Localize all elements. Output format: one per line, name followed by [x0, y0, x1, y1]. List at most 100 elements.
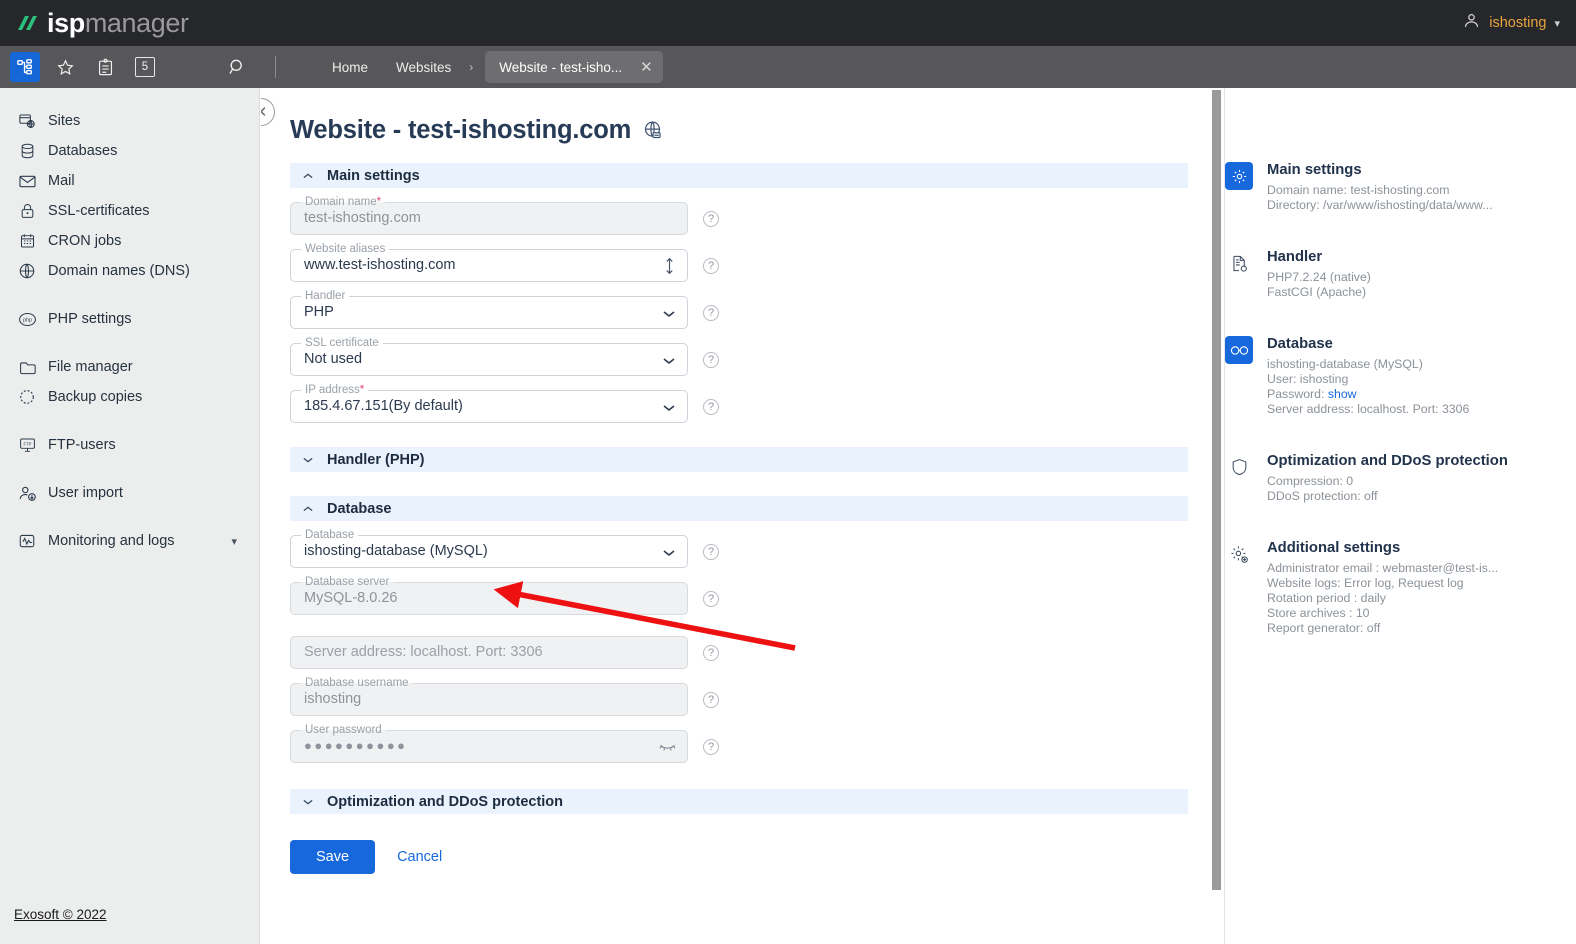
- field-label: User password: [301, 724, 386, 736]
- sidebar-list: Sites Databases Mail SSL-certificates CR…: [0, 88, 259, 556]
- tab-label: Website - test-isho...: [499, 59, 623, 75]
- toolbar-divider: [275, 56, 276, 78]
- nav-link-home[interactable]: Home: [318, 60, 382, 75]
- sidebar-item-mail[interactable]: Mail: [0, 166, 259, 196]
- content-scrollbar-thumb[interactable]: [1212, 90, 1221, 890]
- chevron-down-icon[interactable]: [663, 354, 675, 368]
- section-header-database[interactable]: Database: [290, 496, 1188, 521]
- sidebar-item-label: Databases: [48, 143, 118, 159]
- sidebar-item-monitoring-and-logs[interactable]: Monitoring and logs ▾: [0, 526, 259, 556]
- show-password-link[interactable]: show: [1328, 387, 1357, 401]
- database-select[interactable]: Database ishosting-database (MySQL): [290, 529, 688, 568]
- section-header-main-settings[interactable]: Main settings: [290, 163, 1188, 188]
- ssl-certificate-select[interactable]: SSL certificate Not used: [290, 337, 688, 376]
- summary-panel: Main settings Domain name: test-ishostin…: [1224, 88, 1576, 944]
- additional-settings-summary[interactable]: Additional settings Administrator email …: [1225, 540, 1576, 636]
- field-value: ●●●●●●●●●●: [304, 738, 408, 753]
- optimization-summary[interactable]: Optimization and DDoS protection Compres…: [1225, 453, 1576, 504]
- sidebar-item-databases[interactable]: Databases: [0, 136, 259, 166]
- field-row-website-aliases: Website aliases www.test-ishosting.com ?: [290, 243, 1188, 282]
- section-header-handler-php[interactable]: Handler (PHP): [290, 447, 1188, 472]
- menu-tree-icon[interactable]: [10, 52, 40, 82]
- search-icon[interactable]: [222, 52, 252, 82]
- sidebar-item-domain-names-dns[interactable]: Domain names (DNS): [0, 256, 259, 286]
- help-icon[interactable]: ?: [703, 691, 719, 708]
- website-aliases-input[interactable]: Website aliases www.test-ishosting.com: [290, 243, 688, 282]
- resize-handle-icon[interactable]: [664, 256, 675, 281]
- server-address-input[interactable]: Server address: localhost. Port: 3306: [290, 636, 688, 669]
- help-icon[interactable]: ?: [703, 644, 719, 661]
- gear-plus-icon: [1225, 540, 1253, 568]
- section-header-optimization-ddos[interactable]: Optimization and DDoS protection: [290, 789, 1188, 814]
- eye-toggle-icon[interactable]: [659, 739, 676, 758]
- cancel-button[interactable]: Cancel: [397, 849, 442, 865]
- field-row-database-server: Database server MySQL-8.0.26 ?: [290, 576, 1188, 615]
- help-icon[interactable]: ?: [703, 398, 719, 415]
- summary-line: Compression: 0: [1267, 474, 1354, 488]
- help-icon[interactable]: ?: [703, 738, 719, 755]
- sidebar-item-ssl-certificates[interactable]: SSL-certificates: [0, 196, 259, 226]
- summary-lines: Administrator email : webmaster@test-is.…: [1267, 561, 1498, 636]
- page-title: Website - test-ishosting.com: [290, 116, 1219, 145]
- summary-lines: PHP7.2.24 (native) FastCGI (Apache): [1267, 270, 1371, 300]
- field-placeholder: Server address: localhost. Port: 3306: [304, 644, 543, 660]
- summary-title: Additional settings: [1267, 540, 1401, 556]
- ip-address-select[interactable]: IP address* 185.4.67.151(By default): [290, 384, 688, 423]
- globe-icon[interactable]: [642, 120, 663, 141]
- section-title: Main settings: [327, 167, 420, 184]
- chevron-down-icon[interactable]: [663, 546, 675, 560]
- help-icon[interactable]: ?: [703, 590, 719, 607]
- summary-text: Handler PHP7.2.24 (native) FastCGI (Apac…: [1267, 249, 1371, 300]
- close-panel-icon[interactable]: ✕: [261, 98, 275, 126]
- main-settings-summary[interactable]: Main settings Domain name: test-ishostin…: [1225, 162, 1576, 213]
- breadcrumb: Home Websites › Website - test-isho... ✕: [318, 51, 663, 83]
- chevron-down-icon[interactable]: ▾: [231, 535, 237, 548]
- nav-link-websites[interactable]: Websites: [382, 60, 465, 75]
- tab-website-test-ishosting[interactable]: Website - test-isho... ✕: [485, 51, 663, 83]
- save-button[interactable]: Save: [290, 840, 376, 874]
- user-name-label: ishosting: [1489, 15, 1547, 31]
- help-icon[interactable]: ?: [703, 304, 719, 321]
- clipboard-tasks-icon[interactable]: [90, 52, 120, 82]
- dns-globe-icon: [14, 260, 40, 282]
- database-summary[interactable]: Database ishosting-database (MySQL) User…: [1225, 336, 1576, 417]
- sidebar-item-backup-copies[interactable]: Backup copies: [0, 382, 259, 412]
- help-icon[interactable]: ?: [703, 210, 719, 227]
- summary-line: Report generator: off: [1267, 621, 1381, 635]
- close-icon[interactable]: ✕: [640, 60, 653, 75]
- handler-summary[interactable]: Handler PHP7.2.24 (native) FastCGI (Apac…: [1225, 249, 1576, 300]
- sidebar-item-label: PHP settings: [48, 311, 132, 327]
- sidebar-item-php-settings[interactable]: php PHP settings: [0, 304, 259, 334]
- handler-select[interactable]: Handler PHP: [290, 290, 688, 329]
- chevron-down-icon[interactable]: [663, 401, 675, 415]
- sidebar-item-file-manager[interactable]: File manager: [0, 352, 259, 382]
- user-menu[interactable]: ishosting ▾: [1462, 0, 1560, 46]
- help-icon[interactable]: ?: [703, 543, 719, 560]
- badge-count-label: 5: [135, 57, 155, 77]
- field-row-user-password: User password ●●●●●●●●●● ?: [290, 724, 1188, 763]
- user-password-input[interactable]: User password ●●●●●●●●●●: [290, 724, 688, 763]
- help-icon[interactable]: ?: [703, 351, 719, 368]
- domain-name-input[interactable]: Domain name* test-ishosting.com: [290, 196, 688, 235]
- sidebar-item-cron-jobs[interactable]: CRON jobs: [0, 226, 259, 256]
- field-label: Handler: [301, 290, 350, 302]
- favorites-star-icon[interactable]: [50, 52, 80, 82]
- help-icon[interactable]: ?: [703, 257, 719, 274]
- sidebar-item-user-import[interactable]: User import: [0, 478, 259, 508]
- chevron-down-icon: ▾: [1554, 17, 1560, 30]
- chevron-down-icon[interactable]: [663, 307, 675, 321]
- database-username-input[interactable]: Database username ishosting: [290, 677, 688, 716]
- database-server-input[interactable]: Database server MySQL-8.0.26: [290, 576, 688, 615]
- field-value: Not used: [304, 351, 363, 367]
- ispmanager-logo[interactable]: isp manager: [14, 8, 189, 39]
- sidebar-item-label: User import: [48, 485, 123, 501]
- sidebar-item-sites[interactable]: Sites: [0, 106, 259, 136]
- footer-copyright-link[interactable]: Exosoft © 2022: [14, 907, 107, 922]
- summary-line-password: Password: show: [1267, 387, 1469, 402]
- summary-line: Domain name: test-ishosting.com: [1267, 183, 1450, 197]
- summary-line: PHP7.2.24 (native): [1267, 270, 1371, 284]
- notifications-count-badge[interactable]: 5: [130, 52, 160, 82]
- summary-lines: Domain name: test-ishosting.com Director…: [1267, 183, 1493, 213]
- sidebar-item-ftp-users[interactable]: FTP FTP-users: [0, 430, 259, 460]
